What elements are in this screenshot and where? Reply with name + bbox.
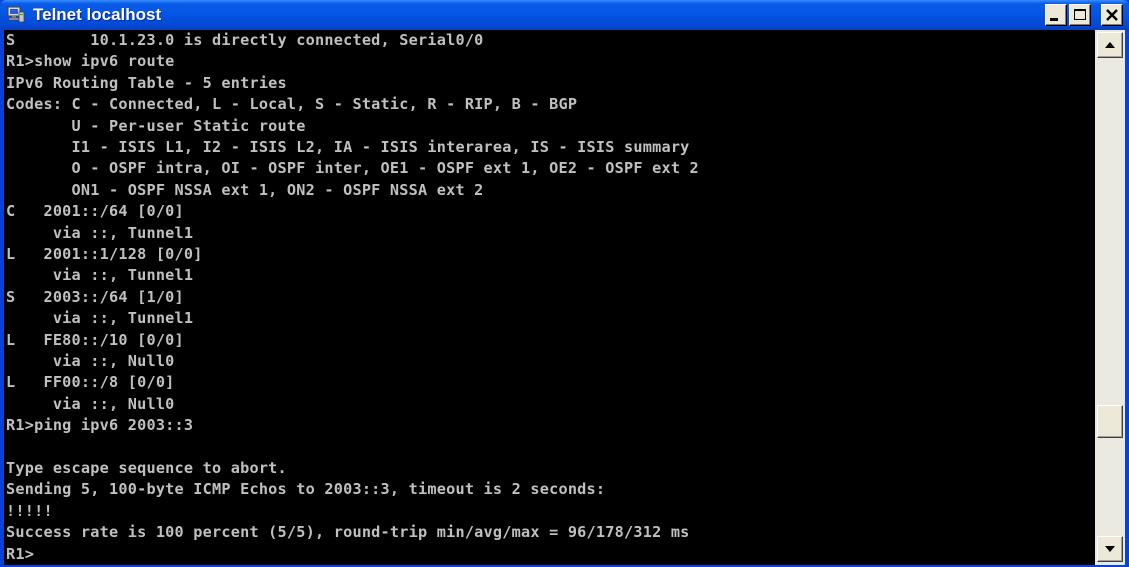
telnet-window: Telnet localhost S 10.1.23.0 is directly…: [0, 0, 1129, 567]
console-line: Success rate is 100 percent (5/5), round…: [6, 523, 690, 542]
window-title: Telnet localhost: [33, 5, 162, 24]
minimize-button[interactable]: [1045, 4, 1067, 26]
console-line: R1>ping ipv6 2003::3: [6, 416, 194, 435]
title-bar[interactable]: Telnet localhost: [0, 0, 1129, 30]
console-line: Codes: C - Connected, L - Local, S - Sta…: [6, 95, 578, 114]
console-line: U - Per-user Static route: [6, 116, 306, 135]
console-line: Sending 5, 100-byte ICMP Echos to 2003::…: [6, 480, 606, 499]
console-line: via ::, Tunnel1: [6, 223, 194, 242]
console-line: via ::, Tunnel1: [6, 266, 194, 285]
maximize-button[interactable]: [1069, 4, 1091, 26]
console-line: !!!!!: [6, 501, 53, 520]
console-line: L 2001::1/128 [0/0]: [6, 245, 203, 263]
console-line: C 2001::/64 [0/0]: [6, 202, 184, 221]
console-line: S 2003::/64 [1/0]: [6, 287, 184, 306]
console-line: IPv6 Routing Table - 5 entries: [6, 73, 287, 92]
console-line: Type escape sequence to abort.: [6, 459, 287, 477]
close-icon: [1106, 9, 1118, 21]
maximize-icon: [1074, 9, 1086, 20]
console-prompt: R1>: [6, 544, 35, 563]
console-line: L FE80::/10 [0/0]: [6, 330, 184, 349]
console-line: R1>show ipv6 route: [6, 52, 175, 71]
console-line: via ::, Tunnel1: [6, 309, 194, 328]
telnet-console[interactable]: S 10.1.23.0 is directly connected, Seria…: [4, 30, 1095, 565]
console-line: ON1 - OSPF NSSA ext 1, ON2 - OSPF NSSA e…: [6, 180, 484, 199]
vertical-scrollbar[interactable]: [1095, 30, 1125, 565]
console-line: via ::, Null0: [6, 352, 175, 370]
scroll-down-button[interactable]: [1097, 536, 1123, 562]
scroll-up-arrow-icon: [1105, 42, 1115, 48]
console-line: S 10.1.23.0 is directly connected, Seria…: [6, 31, 484, 49]
console-line: L FF00::/8 [0/0]: [6, 373, 175, 392]
console-line: via ::, Null0: [6, 394, 175, 413]
scroll-thumb[interactable]: [1097, 405, 1123, 439]
console-line: O - OSPF intra, OI - OSPF inter, OE1 - O…: [6, 159, 699, 178]
scroll-down-arrow-icon: [1105, 546, 1115, 552]
console-line: I1 - ISIS L1, I2 - ISIS L2, IA - ISIS in…: [6, 138, 690, 156]
minimize-icon: [1050, 18, 1058, 21]
scroll-up-button[interactable]: [1097, 32, 1123, 58]
telnet-terminal-icon[interactable]: [7, 6, 25, 23]
close-button[interactable]: [1101, 4, 1123, 26]
